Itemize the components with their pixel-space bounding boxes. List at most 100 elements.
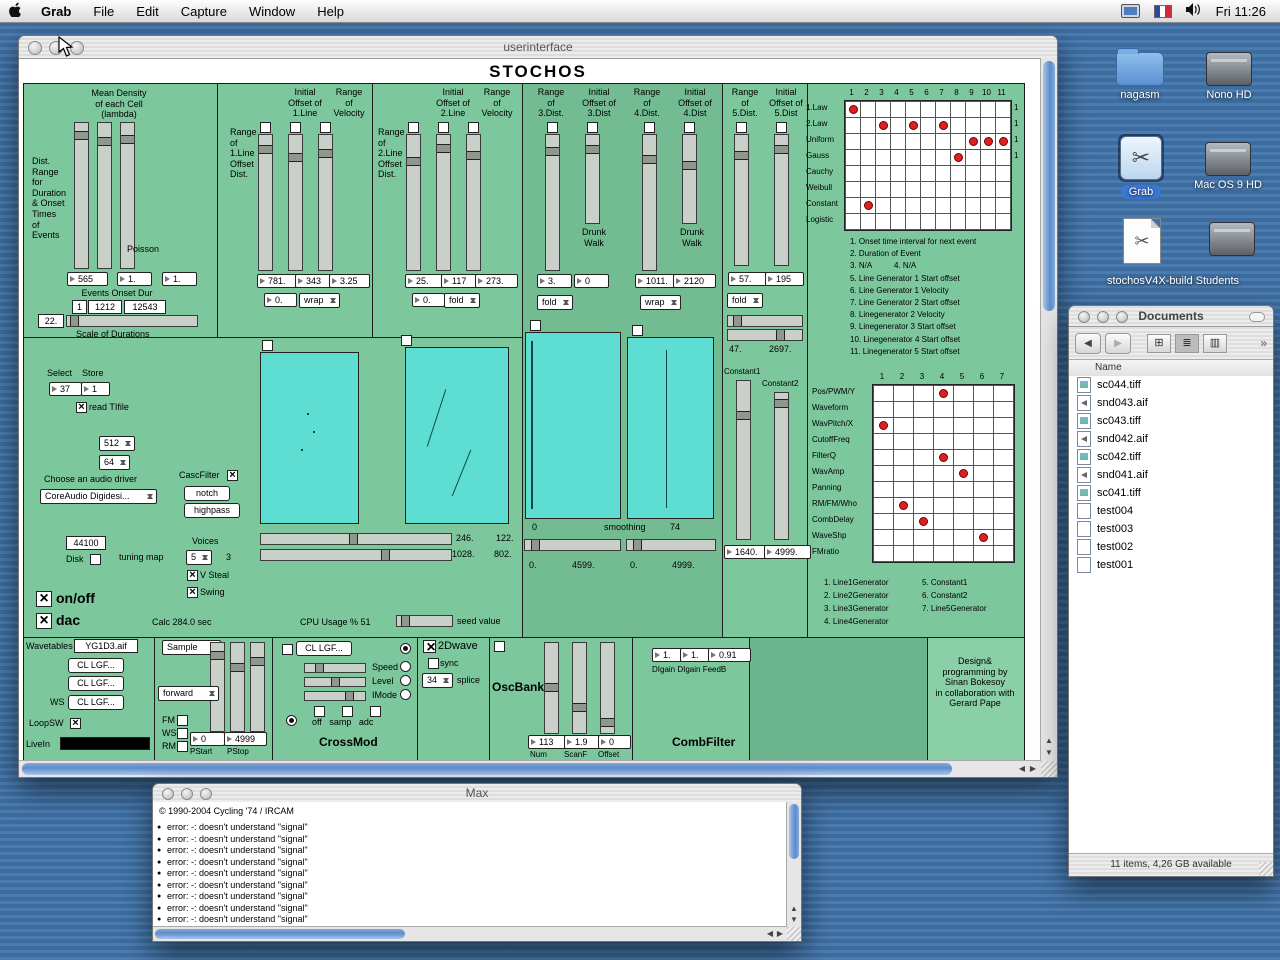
dist4-toggle-2[interactable] (684, 122, 695, 133)
file-row[interactable]: sc042.tiff (1069, 448, 1273, 466)
menu-item[interactable]: Edit (125, 4, 169, 19)
matrix-dot[interactable] (879, 121, 888, 130)
sampler-slider-2[interactable] (230, 642, 245, 732)
density-numbox-3[interactable]: 1. (162, 272, 197, 286)
wavetable-lgf-button-1[interactable]: CL LGF... (68, 658, 124, 673)
list-view-button[interactable]: ≣ (1175, 334, 1199, 353)
line1-toggle-2[interactable] (290, 122, 301, 133)
matrix-dot[interactable] (899, 501, 908, 510)
menu-item[interactable]: Grab (30, 4, 82, 19)
finder-titlebar[interactable]: Documents (1069, 306, 1273, 327)
file-name[interactable]: snd041.aif (1097, 469, 1148, 481)
matrix-dot[interactable] (909, 121, 918, 130)
crossmod-radio-2[interactable] (400, 661, 411, 672)
num-numbox[interactable]: 113 (528, 735, 567, 749)
max-titlebar[interactable]: Max (153, 784, 801, 803)
dac-checkbox[interactable] (36, 613, 52, 629)
name-column-header[interactable]: Name (1069, 360, 1273, 377)
matrix-dot[interactable] (954, 153, 963, 162)
crossmod-lgf-button[interactable]: CL LGF... (296, 641, 352, 656)
dist4-numbox-2[interactable]: 2120 (673, 274, 716, 288)
dist4-toggle-1[interactable] (644, 122, 655, 133)
scale-value-box[interactable]: 22. (38, 314, 64, 328)
crossmod-radio-3[interactable] (400, 675, 411, 686)
direction-dropdown[interactable]: forward (158, 686, 219, 701)
line2-slider-1[interactable] (406, 134, 421, 271)
crossmod-source-radio[interactable] (286, 715, 297, 726)
wavetable-lgf-button-2[interactable]: CL LGF... (68, 676, 124, 691)
dist5-slider-2[interactable] (774, 134, 789, 266)
matrix-dot[interactable] (939, 121, 948, 130)
samplerate-box[interactable]: 44100 (66, 536, 106, 550)
speed-slider[interactable] (304, 663, 366, 673)
vertical-scrollbar[interactable]: ▲ ▼ (1040, 58, 1057, 761)
dist3-toggle-1[interactable] (547, 122, 558, 133)
line1-offset-box[interactable]: 0. (264, 293, 297, 307)
dist3-toggle-2[interactable] (587, 122, 598, 133)
envelope-display-1[interactable] (525, 332, 621, 519)
lambda-slider-2[interactable] (97, 122, 112, 269)
menu-item[interactable]: Window (238, 4, 306, 19)
file-name[interactable]: sc044.tiff (1097, 379, 1141, 391)
line2-toggle-1[interactable] (408, 122, 419, 133)
display4-toggle[interactable] (632, 325, 643, 336)
file-name[interactable]: test003 (1097, 523, 1133, 535)
livein-display[interactable] (60, 737, 150, 750)
matrix-dot[interactable] (999, 137, 1008, 146)
density-numbox-2[interactable]: 1. (117, 272, 152, 286)
file-name[interactable]: test004 (1097, 505, 1133, 517)
buffer-512-dropdown[interactable]: 512 (99, 436, 135, 451)
horizontal-scrollbar[interactable]: ◀ ▶ (19, 760, 1041, 777)
column-view-button[interactable]: ▥ (1203, 334, 1227, 353)
icon-view-button[interactable]: ⊞ (1147, 334, 1171, 353)
desktop-icon-extra-drive[interactable] (1206, 222, 1258, 256)
disk-checkbox[interactable] (90, 554, 101, 565)
line1-numbox-1[interactable]: 781. (257, 274, 300, 288)
file-row[interactable]: sc041.tiff (1069, 484, 1273, 502)
file-name[interactable]: sc041.tiff (1097, 487, 1141, 499)
swing-checkbox[interactable] (187, 587, 198, 598)
desktop-icon-macos9-hd[interactable]: Mac OS 9 HD (1190, 136, 1266, 191)
select-numbox[interactable]: 37 (49, 382, 82, 396)
splice-dropdown[interactable]: 34 (422, 673, 453, 688)
line1-numbox-3[interactable]: 3.25 (329, 274, 370, 288)
volume-menu-icon[interactable] (1186, 3, 1202, 19)
file-name[interactable]: sc043.tiff (1097, 415, 1141, 427)
file-name[interactable]: test002 (1097, 541, 1133, 553)
dist5-numbox-1[interactable]: 57. (728, 272, 767, 286)
line2-offset-box[interactable]: 0. (412, 293, 445, 307)
dist5-numbox-2[interactable]: 195 (765, 272, 804, 286)
file-name[interactable]: snd042.aif (1097, 433, 1148, 445)
dist5-mode-dropdown[interactable]: fold (727, 293, 763, 308)
feedb-numbox[interactable]: 0.91 (708, 648, 751, 662)
constant1-slider[interactable] (736, 380, 751, 540)
envelope-display-2[interactable] (627, 337, 714, 519)
fm-checkbox[interactable] (177, 715, 188, 726)
envelope1-hslider[interactable] (524, 539, 621, 551)
waveform-display-2[interactable] (405, 347, 509, 524)
onoff-checkbox[interactable] (36, 591, 52, 607)
line2-mode-dropdown[interactable]: fold (444, 293, 480, 308)
forward-button[interactable]: ▶ (1105, 333, 1131, 354)
dist5-hslider-2[interactable] (727, 329, 803, 341)
loopsw-checkbox[interactable] (70, 718, 81, 729)
menu-item[interactable]: Help (306, 4, 355, 19)
audio-driver-dropdown[interactable]: CoreAudio Digidesi... (40, 489, 157, 504)
dist3-mode-dropdown[interactable]: fold (537, 295, 573, 310)
line1-toggle-1[interactable] (260, 122, 271, 133)
samp-checkbox[interactable] (342, 706, 353, 717)
file-row[interactable]: test001 (1069, 556, 1273, 574)
line1-slider-2[interactable] (288, 134, 303, 271)
routing-matrix[interactable] (872, 384, 1015, 563)
resize-grip[interactable] (1041, 761, 1057, 777)
crossmod-radio-1[interactable] (400, 643, 411, 654)
density-numbox-1[interactable]: 565 (67, 272, 108, 286)
dist5-toggle-2[interactable] (776, 122, 787, 133)
line1-slider-3[interactable] (318, 134, 333, 271)
max-vertical-scrollbar[interactable]: ▲ ▼ (786, 802, 801, 927)
desktop-icon-grab[interactable]: ✂ Grab (1112, 134, 1170, 199)
userinterface-titlebar[interactable]: userinterface (19, 36, 1057, 59)
matrix-dot[interactable] (939, 453, 948, 462)
displays-menu-icon[interactable] (1121, 4, 1140, 18)
envelope2-hslider[interactable] (626, 539, 716, 551)
